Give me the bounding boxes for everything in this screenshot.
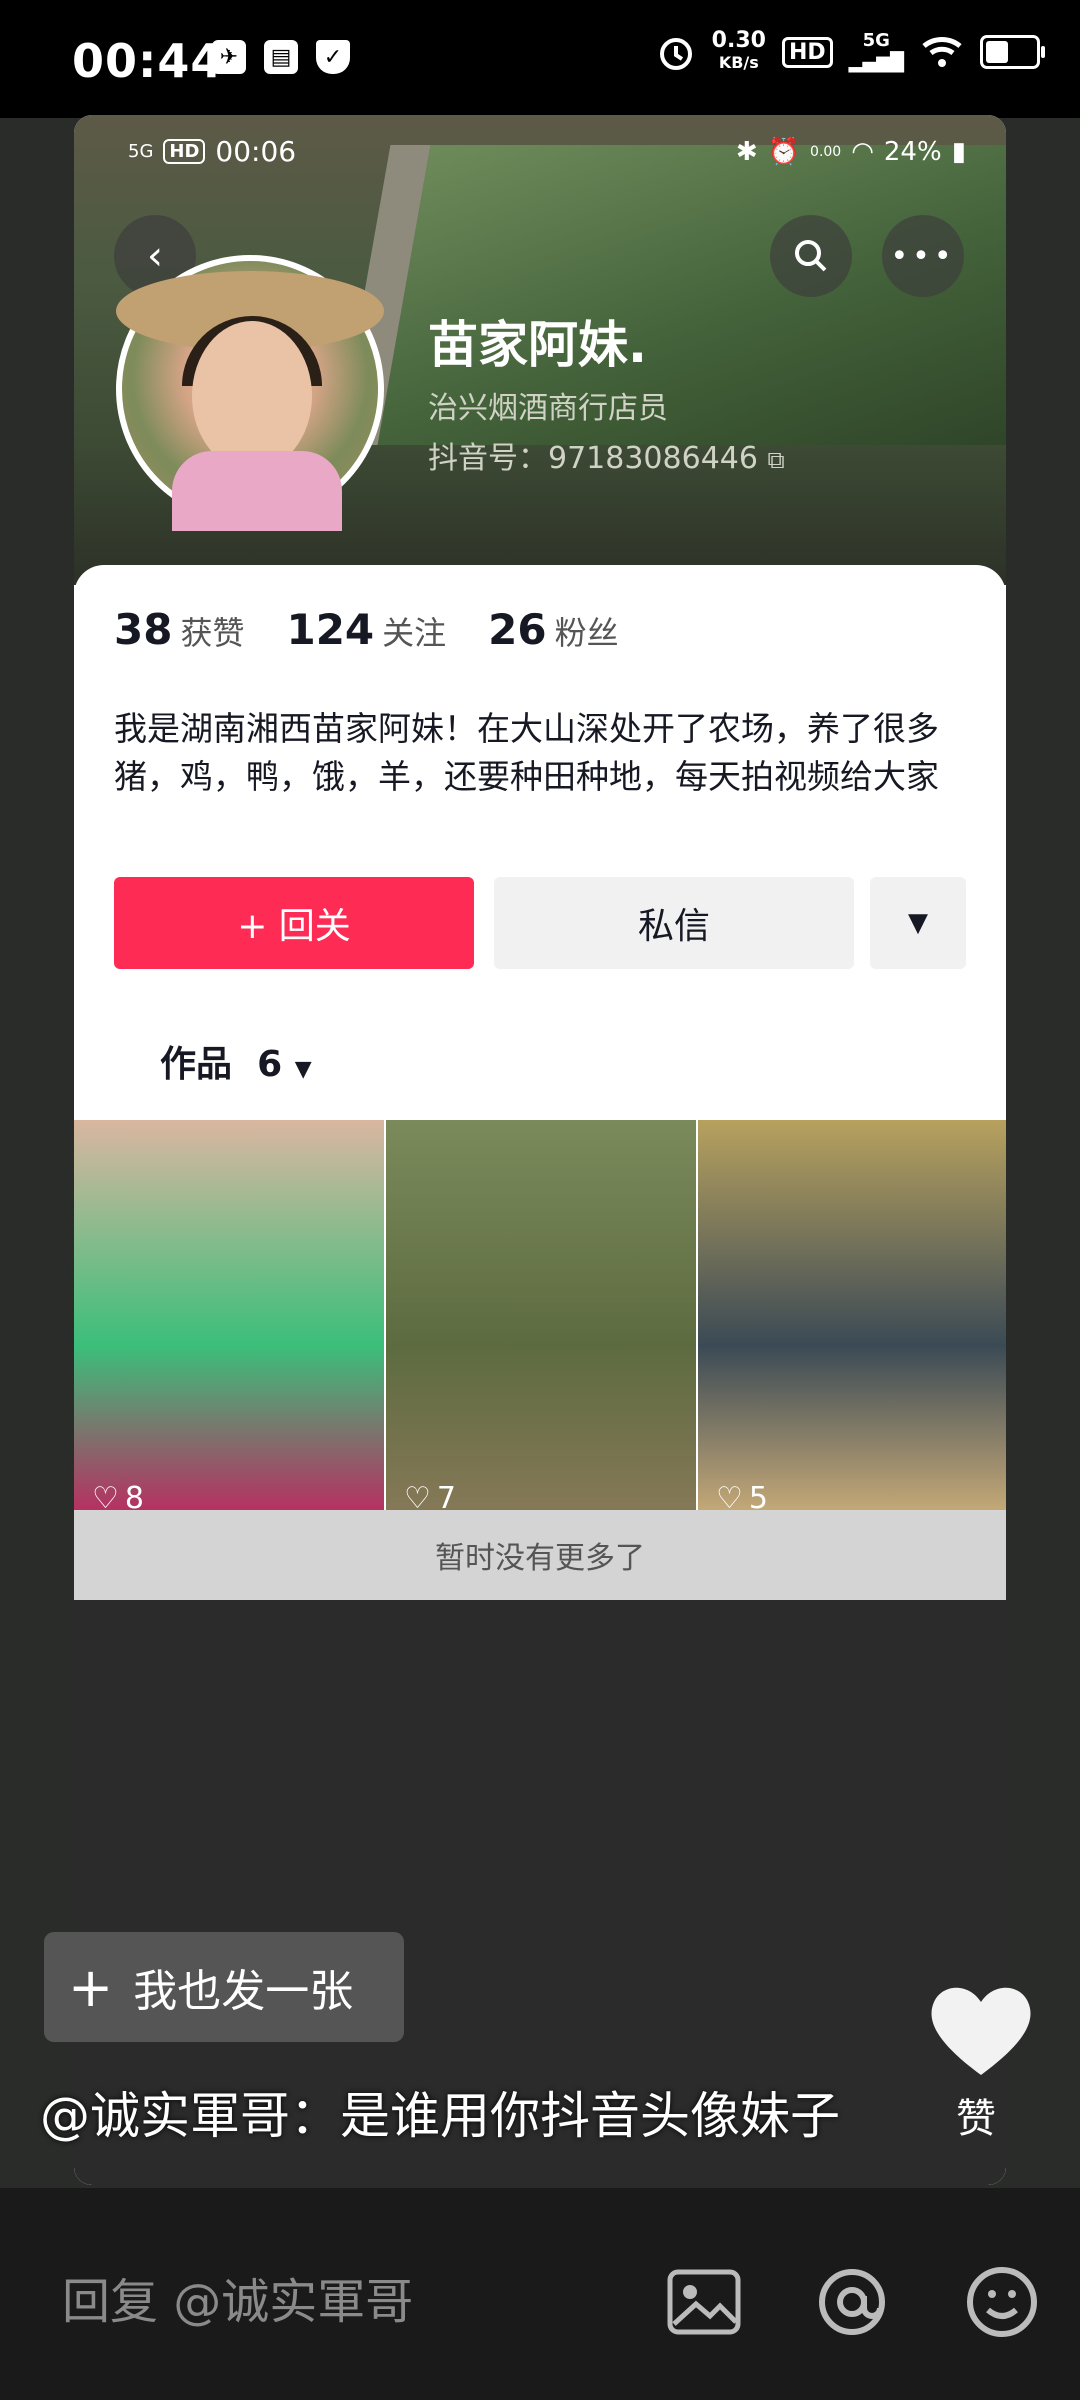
at-mention-icon[interactable] [812, 2262, 892, 2342]
copy-icon[interactable]: ⧉ [768, 446, 785, 474]
dropdown-button[interactable]: ▼ [870, 877, 966, 969]
plus-icon: + [68, 1955, 114, 2019]
notification-icons: ✈ ▤ ✓ [212, 40, 350, 74]
stat-following[interactable]: 124 关注 [286, 605, 446, 654]
profile-cover: 5G HD 00:06 ✱ ⏰ 0.00 ◠ 24% ▮ ‹ ••• 苗家阿妹. … [74, 115, 1006, 585]
signal-icon: 5G ▂▄▆█ [848, 30, 904, 73]
shield-icon: ✓ [316, 40, 350, 74]
douyin-id[interactable]: 抖音号：97183086446 ⧉ [428, 433, 785, 477]
reply-input[interactable]: 回复 @诚实軍哥 [62, 2262, 413, 2332]
like-heart-icon[interactable] [926, 1980, 1036, 2080]
work-thumbnail[interactable]: ♡7 [386, 1120, 696, 1530]
stat-likes[interactable]: 38 获赞 [114, 605, 244, 654]
search-button[interactable] [770, 215, 852, 297]
inner-status-right: ✱ ⏰ 0.00 ◠ 24% ▮ [735, 137, 966, 167]
work-thumbnail[interactable]: ♡5 [698, 1120, 1006, 1530]
battery-icon [980, 35, 1045, 69]
tab-works[interactable]: 作品 6 ▼ [160, 1035, 312, 1087]
comment-text: @诚实軍哥：是谁用你抖音头像妹子 [40, 2087, 840, 2145]
like-label: 赞 [956, 2096, 996, 2142]
status-right: 0.30 KB/s HD 5G ▂▄▆█ [656, 28, 1045, 74]
book-icon: ▤ [264, 40, 298, 74]
network-speed: 0.30 KB/s [711, 28, 766, 73]
message-button[interactable]: 私信 [494, 877, 854, 969]
profile-bio: 我是湖南湘西苗家阿妹！在大山深处开了农场，养了很多猪，鸡，鸭，饿，羊，还要种田种… [114, 709, 939, 796]
triangle-down-icon: ▼ [294, 1057, 312, 1082]
post-image-button[interactable]: + 我也发一张 [44, 1932, 404, 2042]
emoji-icon[interactable] [962, 2262, 1042, 2342]
avatar[interactable] [116, 255, 384, 531]
inner-status-left: 5G HD 00:06 [128, 135, 297, 168]
status-time: 00:44 [72, 34, 224, 88]
stat-followers[interactable]: 26 粉丝 [488, 605, 618, 654]
alarm-icon [659, 38, 692, 70]
no-more-text: 暂时没有更多了 [74, 1510, 1006, 1600]
hd-icon: HD [781, 36, 833, 68]
triangle-down-icon: ▼ [908, 908, 928, 938]
embedded-screenshot: 5G HD 00:06 ✱ ⏰ 0.00 ◠ 24% ▮ ‹ ••• 苗家阿妹. … [74, 115, 1006, 2185]
profile-subtitle: 治兴烟酒商行店员 [428, 391, 668, 426]
app-notification-icon: ✈ [212, 40, 246, 74]
more-options-button[interactable]: ••• [882, 215, 964, 297]
profile-stats: 38 获赞 124 关注 26 粉丝 [114, 605, 619, 654]
image-icon[interactable] [664, 2262, 744, 2342]
more-dots-icon: ••• [890, 238, 956, 274]
search-icon [795, 240, 827, 272]
wifi-icon [922, 37, 962, 67]
profile-name: 苗家阿妹. [428, 316, 647, 374]
work-thumbnail[interactable]: ♡ 8 [74, 1120, 384, 1530]
status-bar: 00:44 ✈ ▤ ✓ 0.30 KB/s HD 5G ▂▄▆█ [0, 0, 1080, 118]
follow-back-button[interactable]: + 回关 [114, 877, 474, 969]
